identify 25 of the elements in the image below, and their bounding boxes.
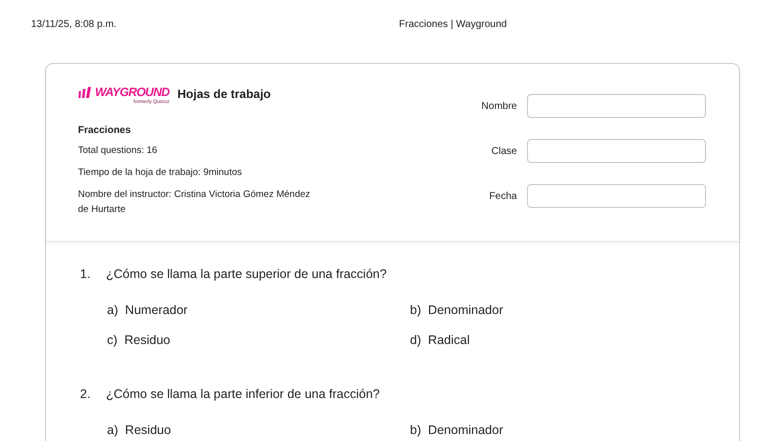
worksheet-info: Nombre del instructor: Cristina Victoria Gómez Méndez de Hurtarte xyxy=(78,188,312,217)
question-text: ¿Cómo se llama la parte inferior de una fracción? xyxy=(106,387,380,401)
question-number: 2. xyxy=(80,387,92,401)
worksheet-title: Fracciones xyxy=(78,125,132,136)
answer-option: b) Denominador xyxy=(410,303,710,317)
page-title: Fracciones | Wayground xyxy=(399,19,507,30)
worksheet-info: Total questions: 16 xyxy=(78,144,158,158)
input-field[interactable] xyxy=(527,139,706,163)
field-label: Clase xyxy=(491,146,517,156)
answer-option: d) Radical xyxy=(410,333,710,347)
answer-option: a) Residuo xyxy=(107,423,410,437)
logo-wordmark: WAYGROUND xyxy=(95,86,170,99)
input-field[interactable] xyxy=(527,94,706,118)
logo-bars-icon xyxy=(78,87,92,98)
worksheet-heading: Hojas de trabajo xyxy=(177,87,271,101)
field-label: Nombre xyxy=(481,100,517,112)
answer-option: b) Denominador xyxy=(410,423,710,437)
input-field[interactable] xyxy=(527,184,706,208)
answer-option: a) Numerador xyxy=(107,303,410,317)
print-date: 13/11/25, 8:08 p.m. xyxy=(31,19,118,30)
question-text: ¿Cómo se llama la parte superior de una fracción? xyxy=(106,267,387,281)
question-number: 1. xyxy=(80,267,92,281)
answer-option: c) Residuo xyxy=(107,333,410,347)
field-label: Fecha xyxy=(489,190,517,202)
worksheet-info: Tiempo de la hoja de trabajo: 9minutos xyxy=(78,166,243,180)
